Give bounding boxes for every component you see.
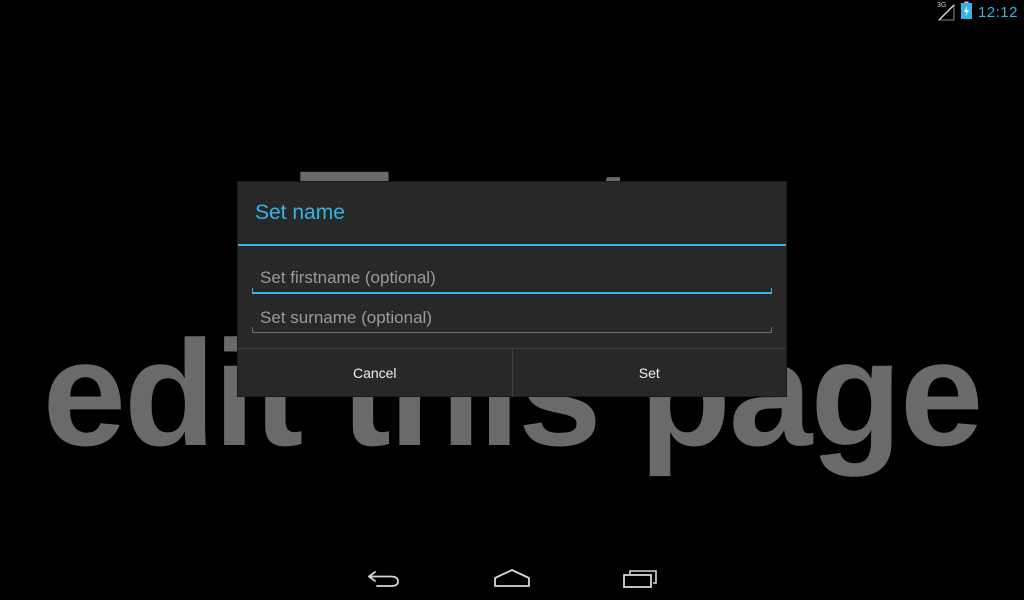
home-button[interactable] — [487, 562, 537, 594]
battery-charging-icon — [960, 1, 972, 23]
back-button[interactable] — [359, 562, 409, 594]
title-divider — [238, 244, 786, 246]
set-button[interactable]: Set — [513, 349, 787, 397]
surname-underline — [252, 327, 772, 333]
set-name-dialog: Set name Cancel Set — [238, 182, 786, 397]
dialog-button-bar: Cancel Set — [238, 348, 786, 397]
navigation-bar — [0, 552, 1024, 600]
firstname-underline — [252, 288, 772, 294]
dialog-title: Set name — [255, 201, 345, 224]
signal-icon: 3G — [936, 2, 957, 21]
back-icon — [368, 571, 399, 587]
network-type-label: 3G — [936, 2, 947, 9]
screen: Tap to edit this page 3G 12:12 Set — [0, 0, 1024, 600]
cancel-button[interactable]: Cancel — [238, 349, 512, 397]
status-bar: 3G 12:12 — [0, 0, 1024, 24]
clock: 12:12 — [977, 3, 1018, 21]
home-icon — [494, 569, 530, 587]
recent-apps-button[interactable] — [615, 562, 665, 594]
status-icons: 3G 12:12 — [936, 1, 1018, 23]
recent-apps-icon — [623, 570, 657, 588]
